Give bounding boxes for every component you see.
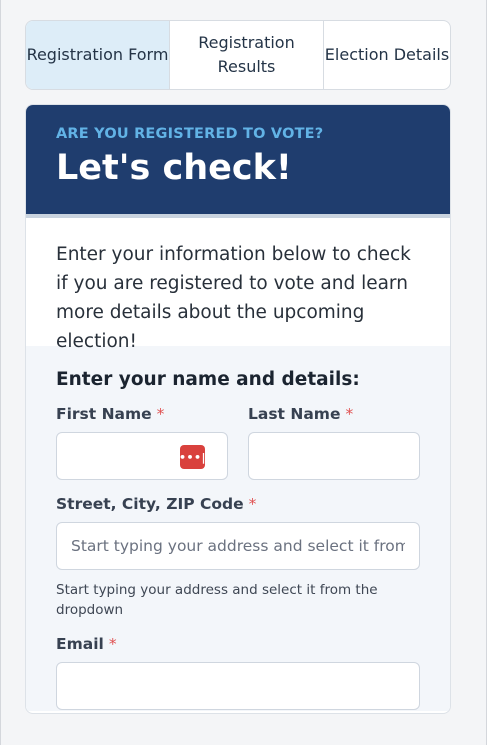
address-hint: Start typing your address and select it … <box>56 582 378 618</box>
hero-title: Let's check! <box>56 148 292 188</box>
address-wrapper <box>56 522 420 570</box>
address-input[interactable] <box>57 523 419 569</box>
tab-bar: Registration Form Registration Results E… <box>25 20 451 90</box>
name-row: First Name * •••| Last Name * <box>56 404 420 480</box>
form-heading: Enter your name and details: <box>56 369 360 390</box>
required-mark: * <box>248 495 257 513</box>
tab-registration-form[interactable]: Registration Form <box>26 21 170 89</box>
first-name-group: First Name * •••| <box>56 404 228 480</box>
first-name-label: First Name * <box>56 405 165 423</box>
tab-registration-results[interactable]: Registration Results <box>170 21 324 89</box>
hero-eyebrow: ARE YOU REGISTERED TO VOTE? <box>56 126 324 142</box>
email-input[interactable] <box>57 663 419 709</box>
first-name-wrapper: •••| <box>56 432 228 480</box>
required-mark: * <box>108 635 117 653</box>
tab-election-details[interactable]: Election Details <box>324 21 450 89</box>
intro-text: Enter your information below to check if… <box>56 244 411 352</box>
required-mark: * <box>345 405 354 423</box>
password-manager-icon[interactable]: •••| <box>179 445 206 469</box>
hero-banner: ARE YOU REGISTERED TO VOTE? Let's check! <box>26 105 450 218</box>
registration-form: Enter your name and details: First Name *… <box>26 346 450 711</box>
email-wrapper <box>56 662 420 710</box>
last-name-input[interactable] <box>249 433 419 479</box>
address-group: Street, City, ZIP Code * Start typing you… <box>56 494 420 620</box>
address-label: Street, City, ZIP Code * <box>56 495 257 513</box>
email-group: Email * <box>56 634 420 710</box>
page-frame: Registration Form Registration Results E… <box>0 0 487 745</box>
last-name-group: Last Name * <box>248 404 420 480</box>
required-mark: * <box>156 405 165 423</box>
registration-card: ARE YOU REGISTERED TO VOTE? Let's check!… <box>25 104 451 714</box>
last-name-label: Last Name * <box>248 405 354 423</box>
email-label: Email * <box>56 635 117 653</box>
last-name-wrapper <box>248 432 420 480</box>
